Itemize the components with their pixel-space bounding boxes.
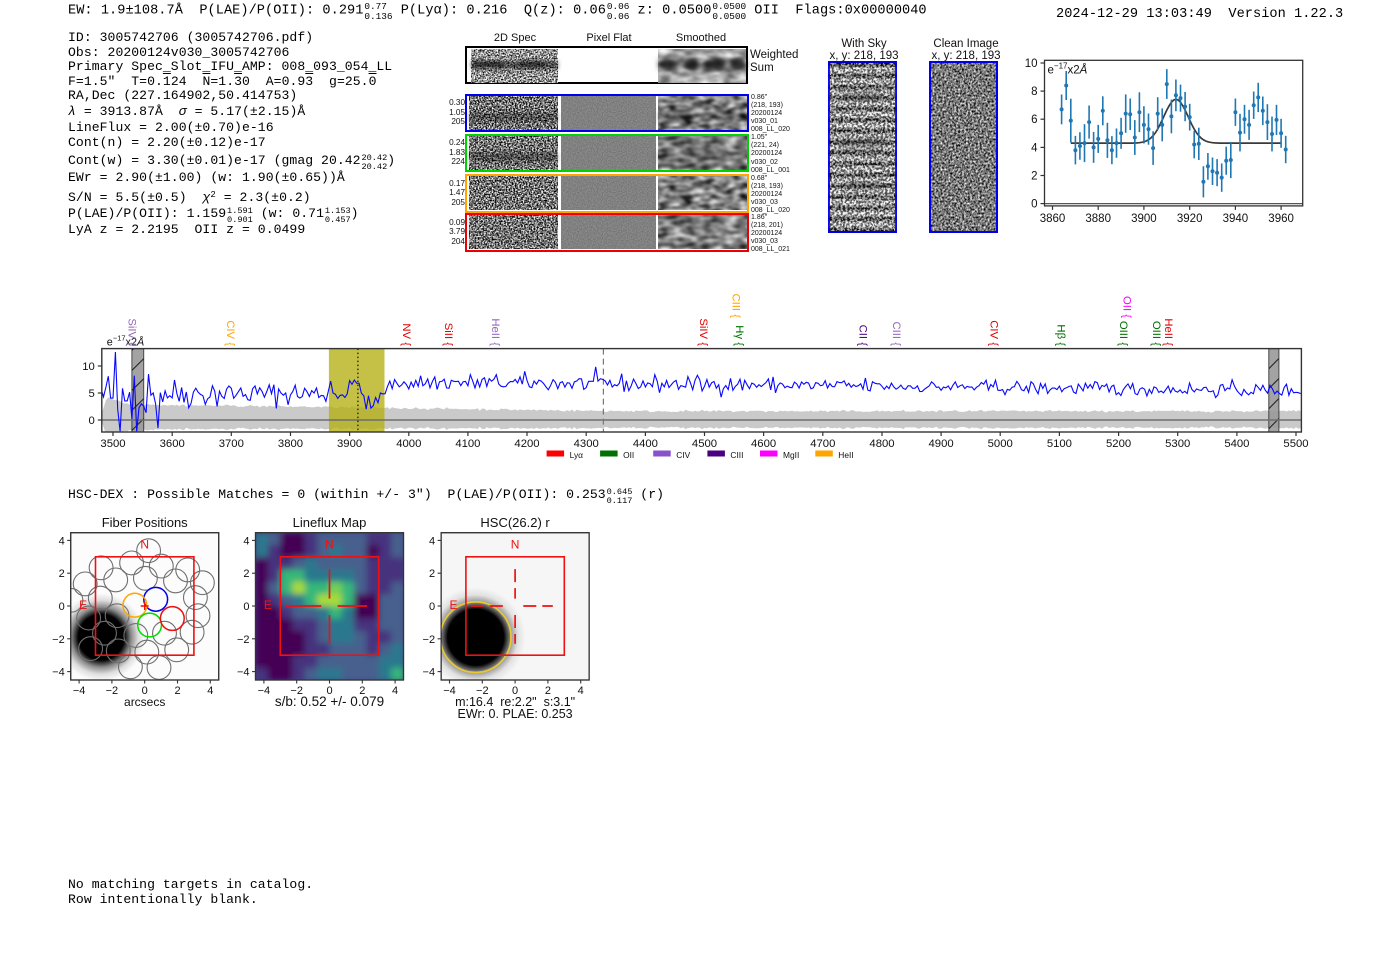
- svg-text:HSC(26.2) r: HSC(26.2) r: [480, 515, 550, 530]
- svg-text:−2: −2: [52, 634, 65, 646]
- svg-text:3800: 3800: [278, 438, 303, 450]
- svg-text:10: 10: [1025, 58, 1038, 70]
- svg-text:OII: OII: [623, 450, 634, 460]
- svg-text:HeII: HeII: [838, 450, 853, 460]
- svg-text:CIII {: CIII {: [729, 294, 741, 319]
- svg-text:6: 6: [1031, 114, 1037, 126]
- svg-text:−4: −4: [258, 685, 271, 697]
- svg-text:CII {: CII {: [856, 325, 868, 347]
- svg-text:N: N: [325, 538, 334, 552]
- svg-text:5200: 5200: [1106, 438, 1131, 450]
- svg-text:CIV {: CIV {: [224, 320, 236, 346]
- svg-text:4000: 4000: [396, 438, 421, 450]
- svg-text:4900: 4900: [929, 438, 954, 450]
- svg-text:4400: 4400: [633, 438, 658, 450]
- svg-text:4: 4: [392, 685, 398, 697]
- svg-text:3500: 3500: [100, 438, 125, 450]
- svg-text:OIII {: OIII {: [1117, 321, 1129, 346]
- svg-text:−2: −2: [237, 634, 250, 646]
- svg-text:OIII {: OIII {: [1150, 321, 1162, 346]
- svg-text:N: N: [511, 538, 520, 552]
- svg-text:−4: −4: [73, 685, 86, 697]
- svg-text:0: 0: [59, 601, 65, 613]
- svg-text:Hγ {: Hγ {: [733, 325, 745, 346]
- svg-text:MgII: MgII: [783, 450, 799, 460]
- svg-text:3960: 3960: [1268, 213, 1294, 225]
- svg-text:Lineflux Map: Lineflux Map: [293, 515, 367, 530]
- svg-text:4: 4: [578, 685, 584, 697]
- svg-text:3920: 3920: [1177, 213, 1203, 225]
- svg-text:4: 4: [429, 535, 435, 547]
- svg-text:0: 0: [89, 415, 95, 427]
- svg-text:0: 0: [1031, 199, 1037, 211]
- svg-text:4100: 4100: [455, 438, 480, 450]
- svg-text:5400: 5400: [1224, 438, 1249, 450]
- svg-text:0: 0: [243, 601, 249, 613]
- svg-text:EWr: 0. PLAE: 0.253: EWr: 0. PLAE: 0.253: [458, 707, 573, 721]
- svg-text:0: 0: [429, 601, 435, 613]
- svg-text:5300: 5300: [1165, 438, 1190, 450]
- svg-text:5: 5: [89, 388, 95, 400]
- svg-text:E: E: [450, 598, 458, 612]
- svg-text:3900: 3900: [1131, 213, 1157, 225]
- svg-text:OII {: OII {: [1120, 296, 1132, 318]
- svg-text:4700: 4700: [810, 438, 835, 450]
- svg-text:5500: 5500: [1283, 438, 1308, 450]
- svg-text:arcsecs: arcsecs: [124, 695, 165, 709]
- svg-text:3940: 3940: [1223, 213, 1249, 225]
- svg-text:4500: 4500: [692, 438, 717, 450]
- svg-text:HeII {: HeII {: [489, 318, 501, 346]
- svg-text:E: E: [264, 598, 272, 612]
- svg-text:s/b: 0.52 +/- 0.079: s/b: 0.52 +/- 0.079: [275, 694, 384, 709]
- svg-text:2: 2: [174, 685, 180, 697]
- svg-text:5100: 5100: [1047, 438, 1072, 450]
- svg-text:−2: −2: [423, 634, 436, 646]
- svg-text:2: 2: [1031, 171, 1037, 183]
- svg-text:4300: 4300: [574, 438, 599, 450]
- svg-text:N: N: [140, 538, 149, 552]
- svg-text:−4: −4: [237, 667, 250, 679]
- svg-text:3880: 3880: [1085, 213, 1111, 225]
- svg-text:3860: 3860: [1040, 213, 1066, 225]
- svg-text:SiIV {: SiIV {: [126, 318, 138, 346]
- svg-text:e−17x2Å: e−17x2Å: [1048, 61, 1088, 76]
- svg-text:SiIV {: SiIV {: [697, 318, 709, 346]
- svg-text:8: 8: [1031, 86, 1037, 98]
- svg-text:Fiber Positions: Fiber Positions: [102, 515, 188, 530]
- svg-text:−4: −4: [423, 667, 436, 679]
- svg-text:3900: 3900: [337, 438, 362, 450]
- svg-text:SiII {: SiII {: [442, 323, 454, 346]
- svg-text:−2: −2: [106, 685, 119, 697]
- svg-text:HeII {: HeII {: [1162, 318, 1174, 346]
- svg-text:Hβ {: Hβ {: [1054, 324, 1066, 346]
- svg-text:2: 2: [59, 568, 65, 580]
- svg-text:CIII {: CIII {: [890, 322, 902, 347]
- svg-text:−4: −4: [443, 685, 456, 697]
- svg-text:NV {: NV {: [400, 323, 412, 346]
- svg-text:−4: −4: [52, 667, 65, 679]
- svg-text:4: 4: [59, 535, 65, 547]
- svg-text:2: 2: [429, 568, 435, 580]
- svg-text:E: E: [79, 598, 87, 612]
- svg-text:CIV: CIV: [676, 450, 690, 460]
- svg-text:4800: 4800: [869, 438, 894, 450]
- svg-text:4200: 4200: [514, 438, 539, 450]
- svg-text:Lyα: Lyα: [570, 450, 584, 460]
- svg-text:4: 4: [207, 685, 213, 697]
- svg-text:10: 10: [82, 361, 95, 373]
- svg-text:5000: 5000: [988, 438, 1013, 450]
- svg-text:4: 4: [1031, 142, 1038, 154]
- svg-text:3700: 3700: [219, 438, 244, 450]
- svg-text:CIII: CIII: [730, 450, 743, 460]
- svg-text:CIV {: CIV {: [988, 320, 1000, 346]
- svg-text:3600: 3600: [160, 438, 185, 450]
- svg-text:4: 4: [243, 535, 249, 547]
- svg-text:2: 2: [243, 568, 249, 580]
- svg-text:4600: 4600: [751, 438, 776, 450]
